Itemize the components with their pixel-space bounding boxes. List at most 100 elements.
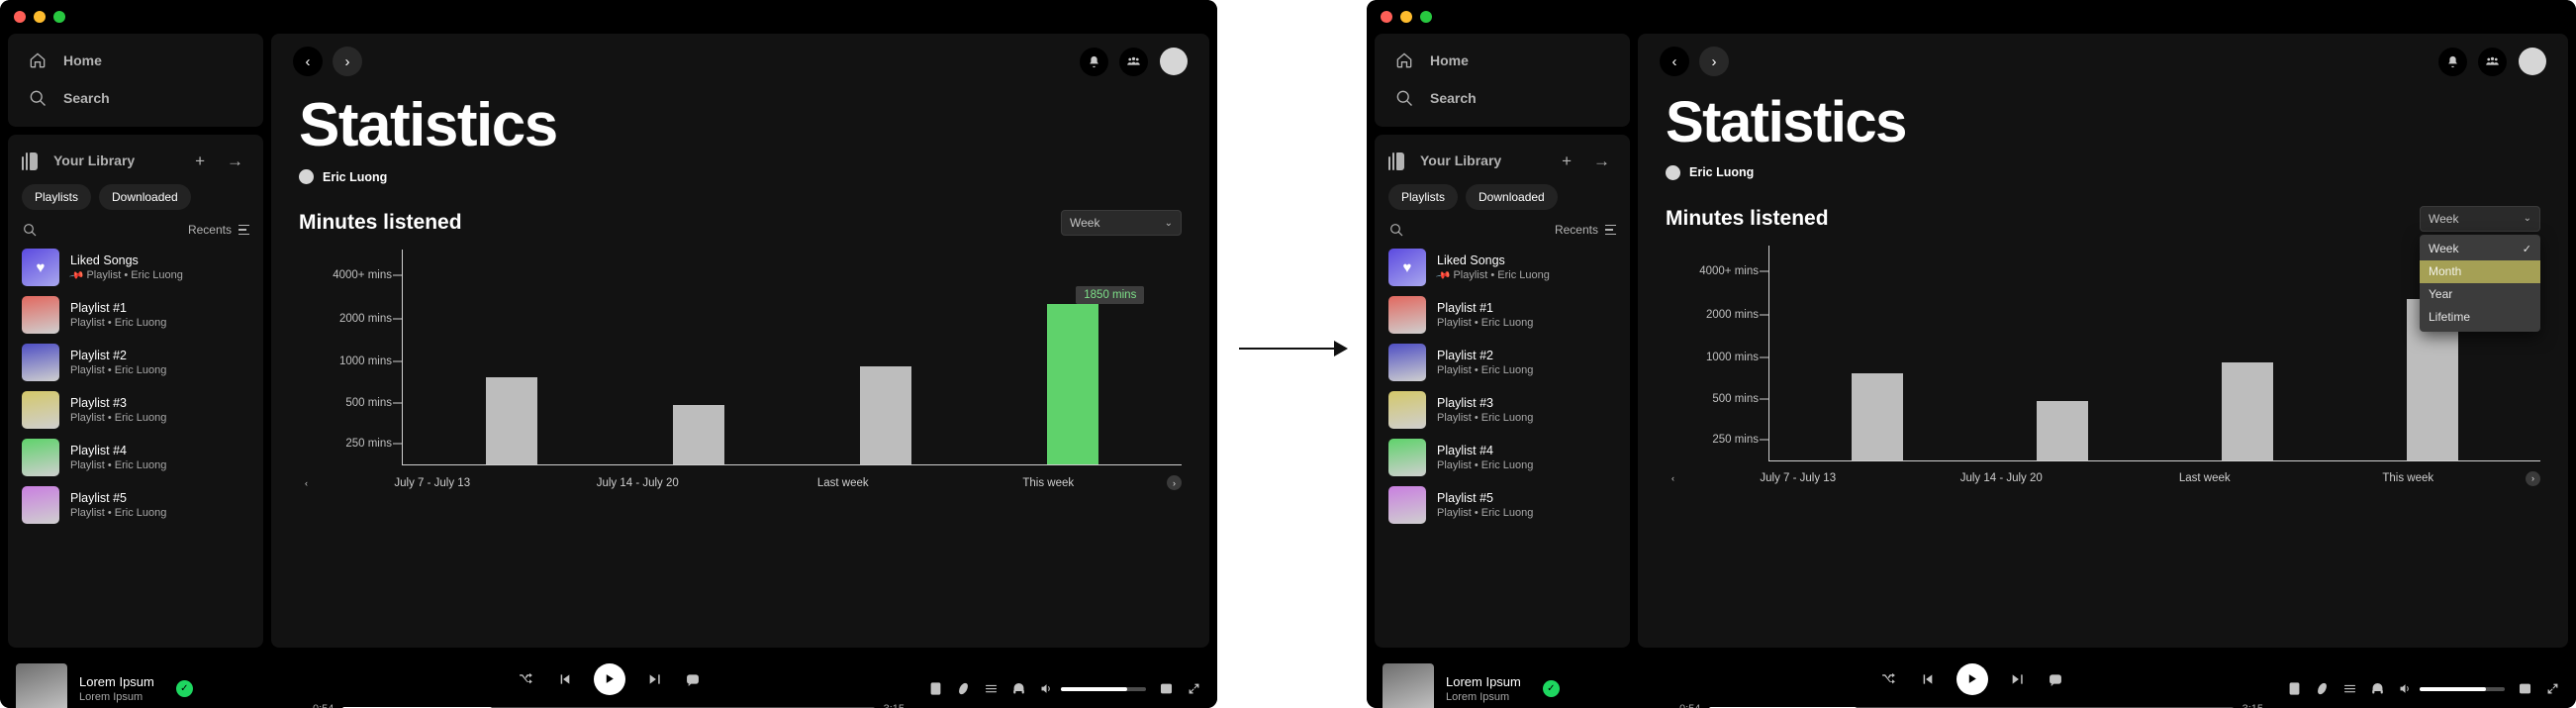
chart-bar[interactable] — [2221, 361, 2273, 461]
forward-button[interactable]: › — [1699, 47, 1729, 76]
queue-icon[interactable] — [984, 681, 999, 696]
list-item[interactable]: Playlist #1 Playlist • Eric Luong — [1383, 291, 1622, 339]
previous-icon[interactable] — [1919, 671, 1935, 687]
list-item[interactable]: Playlist #5 Playlist • Eric Luong — [16, 481, 255, 529]
chip-downloaded[interactable]: Downloaded — [99, 184, 191, 210]
friends-activity-button[interactable] — [1119, 47, 1148, 76]
sidebar-item-search[interactable]: Search — [8, 79, 263, 117]
sort-list-icon[interactable] — [1605, 224, 1616, 236]
list-item[interactable]: Playlist #4 Playlist • Eric Luong — [1383, 434, 1622, 481]
check-circle-icon[interactable]: ✓ — [175, 680, 193, 697]
lyrics-icon[interactable] — [2315, 681, 2330, 696]
close-window-button[interactable] — [14, 11, 26, 23]
list-item[interactable]: Playlist #3 Playlist • Eric Luong — [1383, 386, 1622, 434]
notifications-button[interactable] — [1080, 47, 1108, 76]
previous-icon[interactable] — [556, 671, 572, 687]
queue-icon[interactable] — [2342, 681, 2357, 696]
next-icon[interactable] — [647, 671, 663, 687]
chart-plot-area: 4000+ mins 2000 mins 1000 mins 500 mins … — [1666, 245, 2540, 461]
avatar[interactable] — [2519, 48, 2546, 75]
chart-bar-highlighted[interactable] — [1046, 303, 1098, 466]
chart-prev-button[interactable]: ‹ — [299, 475, 314, 490]
chart-bar[interactable] — [485, 376, 537, 466]
now-playing-artwork[interactable] — [1383, 662, 1434, 708]
sidebar-item-search[interactable]: Search — [1375, 79, 1630, 117]
list-item[interactable]: Playlist #2 Playlist • Eric Luong — [16, 339, 255, 386]
playlist-thumbnail — [1388, 391, 1426, 429]
expand-library-button[interactable]: → — [1587, 152, 1616, 169]
search-icon[interactable] — [22, 222, 38, 238]
now-playing-artist[interactable]: Lorem Ipsum — [79, 691, 154, 703]
now-playing-artist[interactable]: Lorem Ipsum — [1446, 691, 1521, 703]
list-item[interactable]: ♥ Liked Songs 📌 Playlist • Eric Luong — [16, 244, 255, 291]
shuffle-icon[interactable] — [1880, 670, 1897, 687]
volume-slider[interactable] — [2420, 686, 2505, 691]
chart-prev-button[interactable]: ‹ — [1666, 471, 1680, 486]
connect-device-icon[interactable] — [2370, 681, 2385, 696]
now-playing-title[interactable]: Lorem Ipsum — [79, 674, 154, 689]
back-button[interactable]: ‹ — [1660, 47, 1689, 76]
miniplayer-icon[interactable] — [2518, 681, 2532, 696]
avatar[interactable] — [1160, 48, 1188, 75]
minimize-window-button[interactable] — [34, 11, 46, 23]
notifications-button[interactable] — [2438, 47, 2467, 76]
chart-bar[interactable] — [672, 405, 724, 466]
chart-bar[interactable] — [1851, 372, 1903, 461]
shuffle-icon[interactable] — [518, 670, 534, 687]
zoom-window-button[interactable] — [1420, 11, 1432, 23]
now-playing-artwork[interactable] — [16, 662, 67, 708]
back-button[interactable]: ‹ — [293, 47, 323, 76]
list-item[interactable]: Playlist #2 Playlist • Eric Luong — [1383, 339, 1622, 386]
next-icon[interactable] — [2010, 671, 2026, 687]
library-icon — [1388, 151, 1410, 170]
zoom-window-button[interactable] — [53, 11, 65, 23]
add-playlist-button[interactable]: + — [189, 152, 211, 169]
chart-next-button[interactable]: › — [1167, 475, 1182, 491]
add-playlist-button[interactable]: + — [1556, 152, 1577, 169]
sidebar-item-home[interactable]: Home — [1375, 42, 1630, 79]
list-item[interactable]: ♥ Liked Songs 📌 Playlist • Eric Luong — [1383, 244, 1622, 291]
play-button[interactable] — [593, 662, 625, 695]
now-playing-view-icon[interactable] — [2287, 681, 2302, 696]
miniplayer-icon[interactable] — [1159, 681, 1174, 696]
range-option-year[interactable]: Year — [2420, 283, 2540, 306]
chip-playlists[interactable]: Playlists — [22, 184, 92, 210]
chart-next-button[interactable]: › — [2526, 470, 2540, 486]
repeat-icon[interactable] — [2048, 671, 2063, 687]
volume-slider[interactable] — [1061, 686, 1146, 691]
range-select[interactable]: Week ⌄ — [1061, 210, 1182, 237]
close-window-button[interactable] — [1381, 11, 1392, 23]
sort-order-label[interactable]: Recents — [188, 223, 232, 237]
chart-bar[interactable] — [859, 365, 911, 466]
search-icon[interactable] — [1388, 222, 1404, 238]
range-option-lifetime[interactable]: Lifetime — [2420, 306, 2540, 329]
now-playing-view-icon[interactable] — [928, 681, 943, 696]
play-button[interactable] — [1956, 662, 1988, 695]
minimize-window-button[interactable] — [1400, 11, 1412, 23]
range-option-month[interactable]: Month — [2420, 259, 2540, 283]
chip-downloaded[interactable]: Downloaded — [1466, 184, 1558, 210]
friends-activity-button[interactable] — [2478, 47, 2507, 76]
chip-playlists[interactable]: Playlists — [1388, 184, 1459, 210]
list-item[interactable]: Playlist #4 Playlist • Eric Luong — [16, 434, 255, 481]
forward-button[interactable]: › — [333, 47, 362, 76]
list-item[interactable]: Playlist #1 Playlist • Eric Luong — [16, 291, 255, 339]
connect-device-icon[interactable] — [1011, 681, 1026, 696]
sort-order-label[interactable]: Recents — [1555, 223, 1598, 237]
list-item[interactable]: Playlist #3 Playlist • Eric Luong — [16, 386, 255, 434]
fullscreen-icon[interactable] — [2545, 681, 2560, 696]
list-item[interactable]: Playlist #5 Playlist • Eric Luong — [1383, 481, 1622, 529]
volume-icon[interactable] — [1039, 681, 1054, 696]
volume-icon[interactable] — [2398, 681, 2413, 696]
now-playing-title[interactable]: Lorem Ipsum — [1446, 674, 1521, 689]
sort-list-icon[interactable] — [239, 224, 249, 236]
lyrics-icon[interactable] — [956, 681, 971, 696]
expand-library-button[interactable]: → — [221, 152, 249, 169]
repeat-icon[interactable] — [685, 671, 701, 687]
chart-bar[interactable] — [2036, 400, 2088, 461]
range-select[interactable]: Week ⌄ — [2420, 205, 2540, 232]
range-option-week[interactable]: Week ✓ — [2420, 238, 2540, 260]
fullscreen-icon[interactable] — [1187, 681, 1201, 696]
sidebar-item-home[interactable]: Home — [8, 42, 263, 79]
check-circle-icon[interactable]: ✓ — [1542, 680, 1560, 697]
